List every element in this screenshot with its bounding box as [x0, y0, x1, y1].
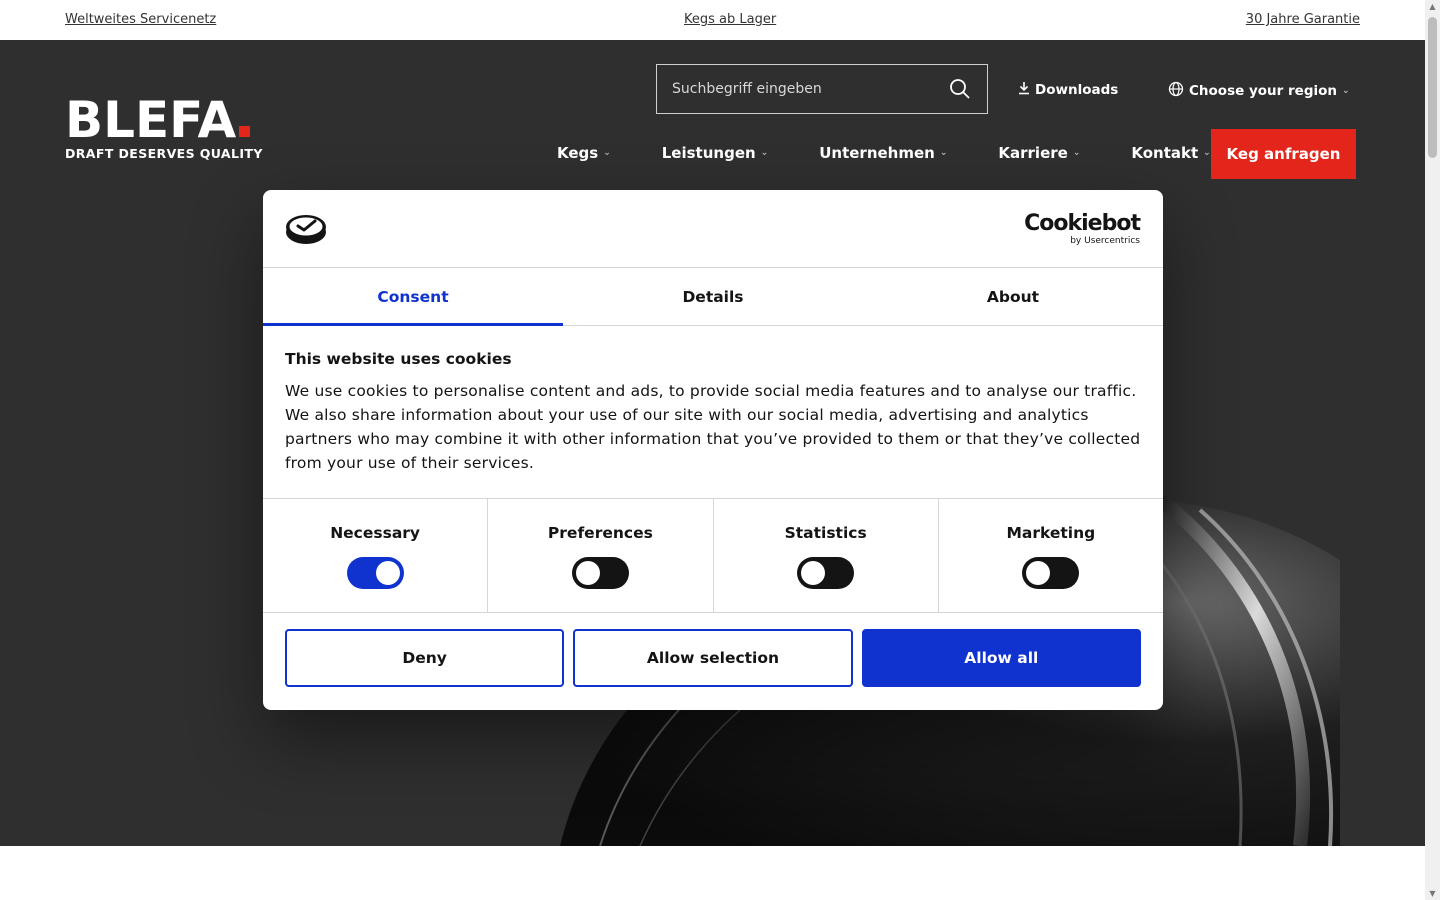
cookie-dialog-tabs: Consent Details About — [263, 268, 1163, 326]
cookiebot-subtitle: by Usercentrics — [1070, 236, 1140, 246]
main-navigation: Kegs ⌄ Leistungen ⌄ Unternehmen ⌄ Karriere ⌄… — [557, 144, 1211, 162]
toggle-necessary: Necessary — [263, 499, 489, 612]
chevron-down-icon: ⌄ — [1342, 86, 1350, 96]
cookie-dialog-text: We use cookies to personalise content an… — [285, 382, 1141, 472]
region-selector[interactable]: Choose your region ⌄ — [1168, 81, 1350, 101]
switch-knob — [801, 561, 826, 585]
nav-label: Karriere — [998, 144, 1068, 162]
nav-item-karriere[interactable]: Karriere ⌄ — [998, 144, 1080, 162]
cookie-dialog-actions: Deny Allow selection Allow all — [263, 613, 1163, 687]
marketing-switch[interactable] — [1022, 557, 1080, 589]
download-icon — [1018, 81, 1030, 99]
scroll-down-icon[interactable]: ▼ — [1428, 889, 1437, 898]
nav-item-kegs[interactable]: Kegs ⌄ — [557, 144, 611, 162]
toggle-preferences: Preferences — [488, 499, 714, 612]
search-icon[interactable] — [949, 78, 973, 102]
toggle-label: Necessary — [330, 524, 421, 542]
downloads-label: Downloads — [1035, 82, 1119, 98]
toggle-label: Marketing — [1006, 524, 1096, 542]
cookie-category-toggles: Necessary Preferences Statistics Marketi… — [263, 499, 1163, 613]
nav-label: Unternehmen — [819, 144, 935, 162]
servicenetz-link[interactable]: Weltweites Servicenetz — [65, 12, 216, 27]
switch-knob — [1026, 561, 1051, 585]
chevron-down-icon: ⌄ — [1072, 148, 1081, 158]
garantie-link[interactable]: 30 Jahre Garantie — [1246, 12, 1360, 27]
nav-item-unternehmen[interactable]: Unternehmen ⌄ — [819, 144, 947, 162]
switch-knob — [375, 561, 400, 585]
nav-label: Leistungen — [661, 144, 756, 162]
chevron-down-icon: ⌄ — [603, 148, 611, 158]
globe-icon — [1168, 81, 1184, 101]
cookie-dialog-header: Cookiebot by Usercentrics — [263, 190, 1163, 268]
scrollbar-thumb[interactable] — [1428, 17, 1437, 158]
cookie-dialog-body: This website uses cookies We use cookies… — [263, 326, 1163, 499]
logo-tagline: DRAFT DESERVES QUALITY — [65, 146, 263, 161]
search-input[interactable] — [657, 65, 937, 113]
cookie-icon — [285, 212, 327, 250]
toggle-label: Preferences — [547, 524, 653, 542]
nav-label: Kontakt — [1131, 144, 1199, 162]
page: Weltweites Servicenetz Kegs ab Lager 30 … — [0, 0, 1440, 900]
nav-item-kontakt[interactable]: Kontakt ⌄ — [1131, 144, 1210, 162]
switch-knob — [575, 561, 600, 585]
toggle-label: Statistics — [784, 524, 867, 542]
tab-about[interactable]: About — [863, 268, 1163, 325]
downloads-link[interactable]: Downloads — [1018, 81, 1118, 99]
cookie-dialog-title: This website uses cookies — [285, 350, 512, 368]
cookiebot-logo[interactable]: Cookiebot by Usercentrics — [1024, 211, 1141, 247]
chevron-down-icon: ⌄ — [760, 148, 769, 158]
statistics-switch[interactable] — [797, 557, 855, 589]
kegs-ab-lager-link[interactable]: Kegs ab Lager — [684, 12, 776, 27]
search-box — [656, 64, 988, 114]
page-scrollbar[interactable]: ▲ ▼ — [1425, 0, 1440, 900]
cookie-consent-dialog: Cookiebot by Usercentrics Consent Detail… — [263, 190, 1163, 710]
necessary-switch[interactable] — [346, 557, 404, 589]
tab-details[interactable]: Details — [563, 268, 863, 325]
keg-anfragen-button[interactable]: Keg anfragen — [1211, 129, 1356, 179]
tab-consent[interactable]: Consent — [263, 268, 563, 326]
toggle-marketing: Marketing — [939, 499, 1163, 612]
top-utility-bar: Weltweites Servicenetz Kegs ab Lager 30 … — [0, 0, 1425, 40]
page-content-area — [0, 846, 1425, 900]
region-label: Choose your region — [1189, 83, 1337, 99]
logo-red-dot — [239, 126, 251, 137]
logo-wordmark: BLEFA — [65, 91, 237, 149]
scroll-up-icon[interactable]: ▲ — [1428, 2, 1437, 11]
nav-item-leistungen[interactable]: Leistungen ⌄ — [662, 144, 768, 162]
allow-selection-button[interactable]: Allow selection — [573, 629, 853, 687]
allow-all-button[interactable]: Allow all — [861, 629, 1141, 687]
blefa-logo[interactable]: BLEFA DRAFT DESERVES QUALITY — [65, 95, 263, 161]
chevron-down-icon: ⌄ — [939, 148, 948, 158]
nav-label: Kegs — [557, 144, 599, 162]
toggle-statistics: Statistics — [714, 499, 939, 612]
preferences-switch[interactable] — [571, 557, 629, 589]
chevron-down-icon: ⌄ — [1203, 148, 1211, 158]
deny-button[interactable]: Deny — [285, 629, 565, 687]
cookiebot-wordmark: Cookiebot — [1024, 211, 1141, 236]
